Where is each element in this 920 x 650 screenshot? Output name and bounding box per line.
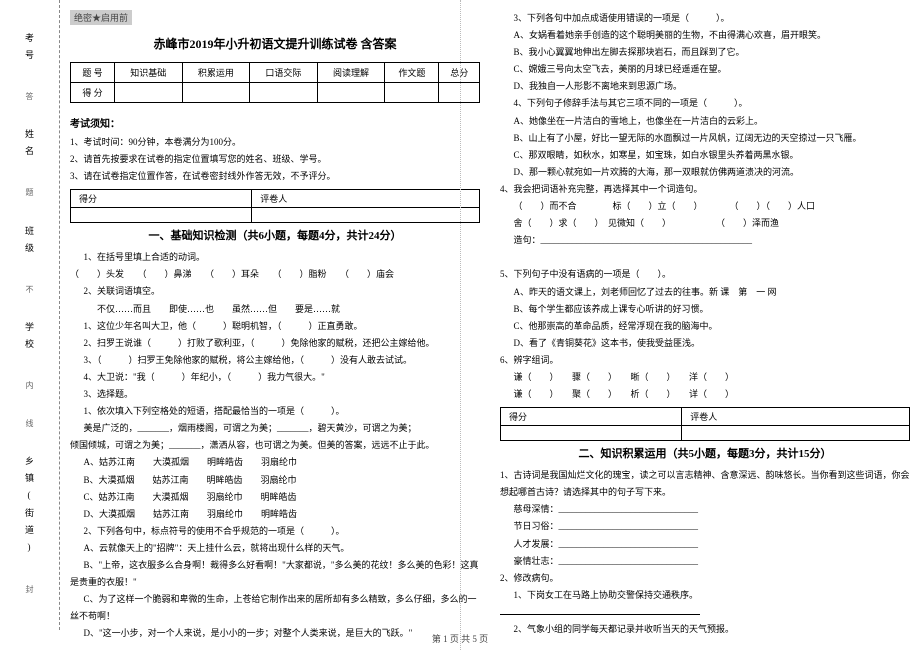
q3b-stem: 2、下列各句中，标点符号的使用不合乎规范的一项是（ ）。 <box>70 523 480 540</box>
r-q4-d: D、那一颗心就宛如一片欢腾的大海，那一双眼就仿佛两道溃决的河流。 <box>500 164 910 181</box>
q3b-ob: B、"上帝，这衣服多么合身啊！裁得多么好看啊！"大家都说，"多么美的花纹！多么美… <box>70 557 480 591</box>
r-q5-make: 造句：_____________________________________… <box>500 232 910 249</box>
q3b-oc: C、为了这样一个脆弱和卑微的生命，上苍给它制作出来的居所却有多么精致，多么仔细，… <box>70 591 480 625</box>
gutter-label-class: 班级 <box>23 226 36 260</box>
section2-scorebox: 得分评卷人 <box>500 407 910 441</box>
gutter-hint-f: 封 <box>24 585 35 597</box>
q1-lead: 1、在括号里填上合适的动词。 <box>70 249 480 266</box>
gutter-hint-c: 不 <box>24 285 35 297</box>
section1-title: 一、基础知识检测（共6小题，每题4分，共计24分） <box>70 227 480 243</box>
r-q6-a: A、昨天的语文课上，刘老师回忆了过去的往事。新 课 第 一 网 <box>500 284 910 301</box>
notice-header: 考试须知： <box>70 115 480 130</box>
gutter-hint-b: 题 <box>24 188 35 200</box>
s2-l2: 节日习俗：_______________________________ <box>500 518 910 535</box>
r-q3-c: C、嫦娥三号向太空飞去，美丽的月球已经遥遥在望。 <box>500 61 910 78</box>
q3-p2: 倾国倾城，可谓之为美；_______，潇洒从容，也可谓之为美。但美的答案，远远不… <box>70 437 480 454</box>
s2-l1: 慈母深情：_______________________________ <box>500 501 910 518</box>
s2-l3: 人才发展：_______________________________ <box>500 536 910 553</box>
binding-gutter: 考号 答 姓名 题 班级 不 学校 内 线 乡镇(街道) 封 <box>0 0 60 630</box>
gutter-hint-a: 答 <box>24 92 35 104</box>
content-area: 绝密★启用前 赤峰市2019年小升初语文提升训练试卷 含答案 题 号 知识基础 … <box>60 0 920 630</box>
r-q5-l1: （ ）而不合 标（ ）立（ ） （ ）（ ）人口 <box>500 198 910 215</box>
q3b-oa: A、云就像天上的"招牌"：天上挂什么云，就将出现什么样的天气。 <box>70 540 480 557</box>
r-q6-c: C、他那崇高的革命品质，经常浮现在我的脑海中。 <box>500 318 910 335</box>
r-q3-lead: 3、下列各句中加点成语使用错误的一项是（ ）。 <box>500 10 910 27</box>
confidential-seal: 绝密★启用前 <box>70 10 132 25</box>
score-h0: 题 号 <box>71 63 115 83</box>
r-q7-lead: 6、辨字组词。 <box>500 352 910 369</box>
notice-2: 2、请首先按要求在试卷的指定位置填写您的姓名、班级、学号。 <box>70 151 480 168</box>
score-rowlabel: 得 分 <box>71 83 115 103</box>
gutter-label-examno: 考号 <box>23 33 36 67</box>
q2-lead: 2、关联词语填空。 <box>70 283 480 300</box>
r-q6-b: B、每个学生都应该养成上课专心听讲的好习惯。 <box>500 301 910 318</box>
section2-title: 二、知识积累运用（共5小题，每题3分，共计15分） <box>500 445 910 461</box>
s2-q1-lead: 1、古诗词是我国灿烂文化的瑰宝，读之可以言志精神、含意深远、韵味悠长。当你看到这… <box>500 467 910 501</box>
s2-q2-i1: 1、下岗女工在马路上协助交警保持交通秩序。 <box>500 587 910 604</box>
score-h1: 知识基础 <box>114 63 182 83</box>
score-h3: 口语交际 <box>250 63 318 83</box>
right-column: 3、下列各句中加点成语使用错误的一项是（ ）。 A、女娲看着她亲手创造的这个聪明… <box>500 10 910 630</box>
gutter-hint-e: 线 <box>24 419 35 431</box>
s2-l4: 豪情壮志：_______________________________ <box>500 553 910 570</box>
notice-1: 1、考试时间：90分钟，本卷满分为100分。 <box>70 134 480 151</box>
notice-3: 3、请在试卷指定位置作答，在试卷密封线外作答无效，不予评分。 <box>70 168 480 185</box>
q3-stem: 1、依次填入下列空格处的短语，搭配最恰当的一项是（ ）。 <box>70 403 480 420</box>
gutter-hint-d: 内 <box>24 381 35 393</box>
q3-od: D、大漠孤烟 姑苏江南 羽扇纶巾 明眸皓齿 <box>70 506 480 523</box>
score-h2: 积累运用 <box>182 63 250 83</box>
score-table: 题 号 知识基础 积累运用 口语交际 阅读理解 作文题 总分 得 分 <box>70 62 480 103</box>
r-q4-a: A、她像坐在一片洁白的雪地上，也像坐在一片洁白的云彩上。 <box>500 113 910 130</box>
q2-i1: 1、这位少年名叫大卫，他（ ）聪明机智，（ ）正直勇敢。 <box>70 318 480 335</box>
r-q6-lead: 5、下列句子中没有语病的一项是（ ）。 <box>500 266 910 283</box>
r-q5-lead: 4、我会把词语补充完整，再选择其中一个词造句。 <box>500 181 910 198</box>
q3-ob: B、大漠孤烟 姑苏江南 明眸皓齿 羽扇纶巾 <box>70 472 480 489</box>
s2-q2-lead: 2、修改病句。 <box>500 570 910 587</box>
r-q3-d: D、我独自一人形影不离地来到思源广场。 <box>500 78 910 95</box>
section1-scorebox: 得分评卷人 <box>70 189 480 223</box>
q2-hint: 不仅……而且 即使……也 虽然……但 要是……就 <box>70 301 480 318</box>
q3-lead: 3、选择题。 <box>70 386 480 403</box>
r-q3-a: A、女娲看着她亲手创造的这个聪明美丽的生物，不由得满心欢喜，眉开眼笑。 <box>500 27 910 44</box>
r-q5-l2: 舍（ ）求（ ） 见微知（ ） （ ）泽而渔 <box>500 215 910 232</box>
r-q4-lead: 4、下列句子修辞手法与其它三项不同的一项是（ ）。 <box>500 95 910 112</box>
gutter-label-name: 姓名 <box>23 129 36 163</box>
r-q6-d: D、看了《青铜葵花》这本书，使我受益匪浅。 <box>500 335 910 352</box>
gutter-label-town: 乡镇(街道) <box>23 456 36 560</box>
q1-line: （ ）头发 （ ）鼻涕 （ ）耳朵 （ ）脂粉 （ ）庙会 <box>70 266 480 283</box>
left-column: 绝密★启用前 赤峰市2019年小升初语文提升训练试卷 含答案 题 号 知识基础 … <box>70 10 480 630</box>
q2-i3: 3、（ ）扫罗王免除他家的赋税，将公主嫁给他，（ ）没有人敢去试试。 <box>70 352 480 369</box>
q2-i4: 4、大卫说："我（ ）年纪小，（ ）我力气很大。" <box>70 369 480 386</box>
q3-p1: 美是广泛的，_______，烟雨楼阁，可谓之为美；_______，碧天黄沙，可谓… <box>70 420 480 437</box>
s2-q2-i2: 2、气象小组的同学每天都记录并收听当天的天气预报。 <box>500 621 910 638</box>
q3-oc: C、姑苏江南 大漠孤烟 羽扇纶巾 明眸皓齿 <box>70 489 480 506</box>
q2-i2: 2、扫罗王说谁（ ）打败了歌利亚，（ ）免除他家的赋税，还把公主嫁给他。 <box>70 335 480 352</box>
q3-oa: A、姑苏江南 大漠孤烟 明眸皓齿 羽扇纶巾 <box>70 454 480 471</box>
score-h4: 阅读理解 <box>317 63 385 83</box>
r-q7-l2: 谦（ ） 聚（ ） 析（ ） 详（ ） <box>500 386 910 403</box>
r-q3-b: B、我小心翼翼地伸出左脚去探那块岩石，而且踩到了它。 <box>500 44 910 61</box>
gutter-label-school: 学校 <box>23 322 36 356</box>
r-q4-b: B、山上有了小屋，好比一望无际的水面飘过一片风帆，辽阔无边的天空掠过一只飞雁。 <box>500 130 910 147</box>
paper-title: 赤峰市2019年小升初语文提升训练试卷 含答案 <box>70 35 480 52</box>
score-h5: 作文题 <box>385 63 439 83</box>
r-q4-c: C、那双眼睛，如秋水，如寒星，如宝珠，如白水银里头养着两黑水银。 <box>500 147 910 164</box>
r-q7-l1: 谦（ ） 骤（ ） 晰（ ） 洋（ ） <box>500 369 910 386</box>
q3b-od: D、"这一小步，对一个人来说，是小小的一步；对整个人类来说，是巨大的飞跃。" <box>70 625 480 642</box>
